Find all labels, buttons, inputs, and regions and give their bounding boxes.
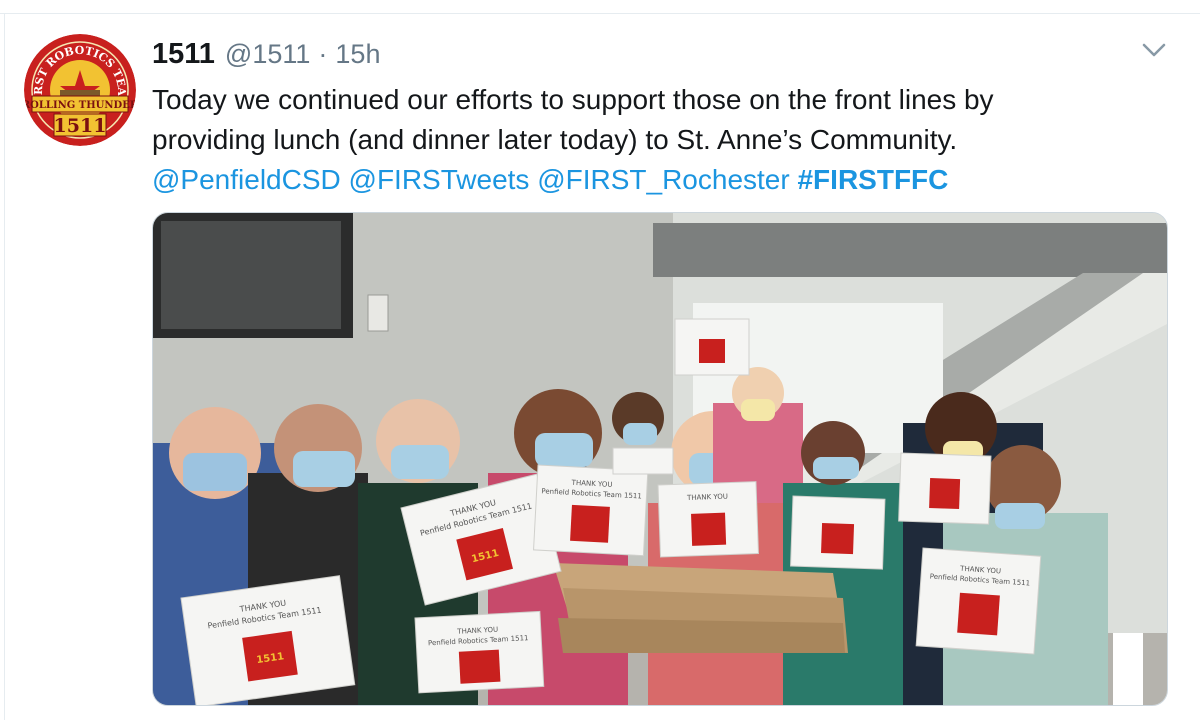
photo-scene: THANK YOU Penfield Robotics Team 1511 15… [153,213,1167,705]
tweet-text-line-1: Today we continued our efforts to suppor… [152,84,994,115]
left-border [4,13,5,720]
tweet-header: 1511 @1511 · 15h [152,36,380,72]
mention-penfieldcsd[interactable]: @PenfieldCSD [152,164,341,195]
tweet-text: Today we continued our efforts to suppor… [152,80,1172,200]
avatar[interactable]: FIRST ROBOTICS TEAM ROLLING THUNDER 1511 [24,34,136,146]
tweet-text-line-2: providing lunch (and dinner later today)… [152,124,958,155]
tweet-links-line: @PenfieldCSD @FIRSTweets @FIRST_Rocheste… [152,160,1172,200]
mention-first-rochester[interactable]: @FIRST_Rochester [537,164,790,195]
sign-line-1: THANK YOU [686,493,728,502]
chevron-down-icon[interactable] [1138,36,1170,64]
pizza-boxes [553,563,848,653]
header-separator: · [318,38,328,69]
user-handle[interactable]: @1511 [225,39,310,70]
mention-firsttweets[interactable]: @FIRSTweets [349,164,530,195]
logo-number: 1511 [54,115,107,137]
tweet-photo[interactable]: THANK YOU Penfield Robotics Team 1511 15… [152,212,1168,706]
timestamp[interactable]: 15h [335,39,380,70]
top-divider [0,13,1200,14]
team-logo-icon: FIRST ROBOTICS TEAM ROLLING THUNDER 1511 [24,34,136,146]
hashtag-firstffc[interactable]: #FIRSTFFC [797,164,948,195]
logo-banner-text: ROLLING THUNDER [24,100,136,111]
display-name[interactable]: 1511 [152,38,215,71]
